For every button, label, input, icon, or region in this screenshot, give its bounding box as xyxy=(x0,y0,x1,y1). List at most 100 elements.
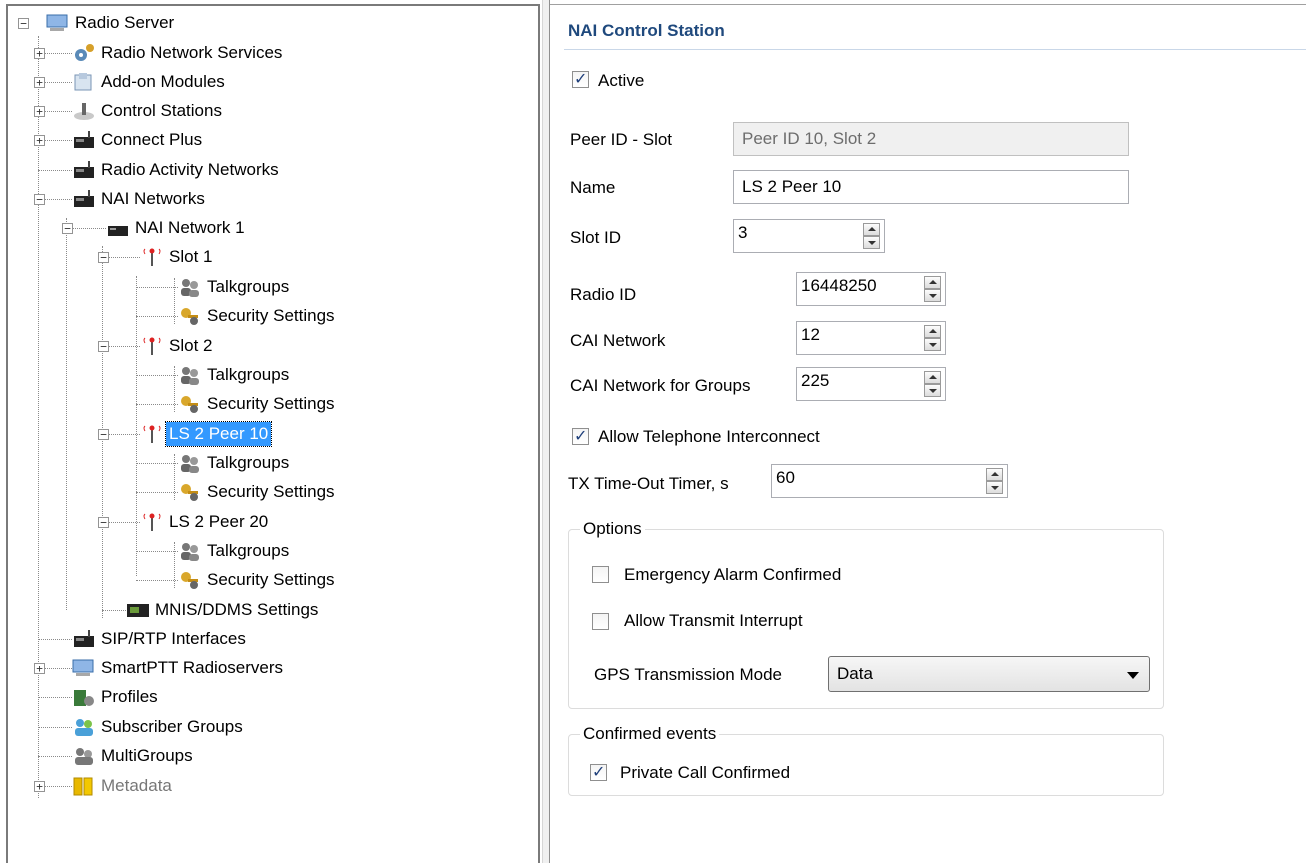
tree-connector xyxy=(108,257,140,258)
spin-up-icon[interactable] xyxy=(924,325,941,338)
spin-down-icon[interactable] xyxy=(924,289,941,302)
repeater-icon xyxy=(72,188,96,210)
confirmed-events-title: Confirmed events xyxy=(580,724,720,744)
collapse-icon[interactable]: − xyxy=(98,252,109,263)
tree-item-ls-2-peer-10[interactable]: LS 2 Peer 10 xyxy=(164,421,273,447)
tree-item-subscriber-groups[interactable]: Subscriber Groups xyxy=(98,715,246,739)
tree-connector xyxy=(136,404,178,405)
collapse-icon[interactable]: − xyxy=(62,223,73,234)
radio-id-stepper[interactable]: 16448250 xyxy=(796,272,946,306)
slot-id-stepper[interactable]: 3 xyxy=(733,219,885,253)
pane-splitter[interactable] xyxy=(542,0,550,863)
spin-up-icon[interactable] xyxy=(986,468,1003,481)
tree-connector xyxy=(174,542,175,588)
active-checkbox[interactable] xyxy=(572,69,589,89)
antenna-icon xyxy=(140,511,164,533)
spin-up-icon[interactable] xyxy=(924,276,941,289)
tree-item-ls-2-peer-20[interactable]: LS 2 Peer 20 xyxy=(166,510,271,534)
tree-item-talkgroups[interactable]: Talkgroups xyxy=(204,451,292,475)
tree-item-talkgroups[interactable]: Talkgroups xyxy=(204,363,292,387)
tree-item-sip-rtp-interfaces[interactable]: SIP/RTP Interfaces xyxy=(98,627,249,651)
name-label: Name xyxy=(570,178,616,197)
spin-up-icon[interactable] xyxy=(863,223,880,236)
repeater-icon xyxy=(72,129,96,151)
cai-groups-label: CAI Network for Groups xyxy=(570,376,751,395)
tree-connector xyxy=(44,111,72,112)
tree-item-radio-network-services[interactable]: Radio Network Services xyxy=(98,41,285,65)
spin-down-icon[interactable] xyxy=(863,236,880,249)
tx-timeout-label: TX Time-Out Timer, s xyxy=(568,474,729,493)
tree-item-talkgroups[interactable]: Talkgroups xyxy=(204,275,292,299)
tree-item-control-stations[interactable]: Control Stations xyxy=(98,99,225,123)
spin-down-icon[interactable] xyxy=(986,481,1003,494)
peer-slot-label: Peer ID - Slot xyxy=(570,130,673,149)
allow-telephone-checkbox[interactable] xyxy=(572,426,589,446)
cai-groups-stepper[interactable]: 225 xyxy=(796,367,946,401)
transmit-interrupt-checkbox[interactable] xyxy=(592,613,609,630)
cai-network-stepper[interactable]: 12 xyxy=(796,321,946,355)
cai-network-label: CAI Network xyxy=(570,331,666,350)
tree-item-security-settings[interactable]: Security Settings xyxy=(204,480,338,504)
tree-item-slot-2[interactable]: Slot 2 xyxy=(166,334,215,358)
tree-item-smartptt-radioservers[interactable]: SmartPTT Radioservers xyxy=(98,656,286,680)
security-key-icon xyxy=(178,305,202,327)
tree-connector xyxy=(38,697,72,698)
private-call-checkbox[interactable] xyxy=(590,762,607,782)
options-group-title: Options xyxy=(580,519,645,539)
expand-icon[interactable]: + xyxy=(34,77,45,88)
tree-item-connect-plus[interactable]: Connect Plus xyxy=(98,128,205,152)
antenna-icon xyxy=(140,335,164,357)
tree-item-security-settings[interactable]: Security Settings xyxy=(204,392,338,416)
tree-item-radio-server[interactable]: Radio Server xyxy=(72,11,177,35)
collapse-icon[interactable]: − xyxy=(98,429,109,440)
collapse-icon[interactable]: − xyxy=(98,517,109,528)
tree-connector xyxy=(136,463,178,464)
gps-mode-select[interactable]: Data xyxy=(828,656,1150,692)
expand-icon[interactable]: + xyxy=(34,781,45,792)
control-stations-icon xyxy=(72,100,96,122)
tree-item-profiles[interactable]: Profiles xyxy=(98,685,161,709)
tree-item-add-on-modules[interactable]: Add-on Modules xyxy=(98,70,228,94)
allow-telephone-label: Allow Telephone Interconnect xyxy=(598,427,820,446)
tree-connector xyxy=(44,199,72,200)
tree-connector xyxy=(102,610,126,611)
spin-down-icon[interactable] xyxy=(924,338,941,351)
tree-item-security-settings[interactable]: Security Settings xyxy=(204,304,338,328)
tree-connector xyxy=(44,53,72,54)
tree-connector xyxy=(38,36,39,798)
tree-item-metadata[interactable]: Metadata xyxy=(98,774,175,798)
tree-connector xyxy=(136,316,178,317)
tree-item-nai-networks[interactable]: NAI Networks xyxy=(98,187,208,211)
network-icon xyxy=(106,217,130,239)
collapse-icon[interactable]: − xyxy=(34,194,45,205)
navigation-tree[interactable]: − Radio Server + Radio Network Services + Add… xyxy=(6,4,540,863)
panel-title: NAI Control Station xyxy=(568,21,725,40)
tree-item-multigroups[interactable]: MultiGroups xyxy=(98,744,196,768)
tree-item-security-settings[interactable]: Security Settings xyxy=(204,568,338,592)
collapse-icon[interactable]: − xyxy=(18,18,29,29)
spin-up-icon[interactable] xyxy=(924,371,941,384)
active-label: Active xyxy=(598,71,645,90)
tree-connector xyxy=(136,375,178,376)
expand-icon[interactable]: + xyxy=(34,48,45,59)
tree-item-radio-activity-networks[interactable]: Radio Activity Networks xyxy=(98,158,282,182)
tree-item-nai-network-1[interactable]: NAI Network 1 xyxy=(132,216,248,240)
tx-timeout-stepper[interactable]: 60 xyxy=(771,464,1008,498)
tree-connector xyxy=(136,276,137,576)
expand-icon[interactable]: + xyxy=(34,135,45,146)
gps-mode-label: GPS Transmission Mode xyxy=(594,665,783,684)
tree-connector xyxy=(38,727,72,728)
tree-item-slot-1[interactable]: Slot 1 xyxy=(166,245,215,269)
tree-connector xyxy=(136,580,178,581)
collapse-icon[interactable]: − xyxy=(98,341,109,352)
tree-item-mnis-ddms-settings[interactable]: MNIS/DDMS Settings xyxy=(152,598,321,622)
mnis-icon xyxy=(126,599,150,621)
title-divider xyxy=(564,49,1306,50)
name-field[interactable]: LS 2 Peer 10 xyxy=(733,170,1129,204)
expand-icon[interactable]: + xyxy=(34,106,45,117)
spin-down-icon[interactable] xyxy=(924,384,941,397)
tree-item-talkgroups[interactable]: Talkgroups xyxy=(204,539,292,563)
expand-icon[interactable]: + xyxy=(34,663,45,674)
emergency-alarm-checkbox[interactable] xyxy=(592,566,609,583)
tree-connector xyxy=(136,551,178,552)
